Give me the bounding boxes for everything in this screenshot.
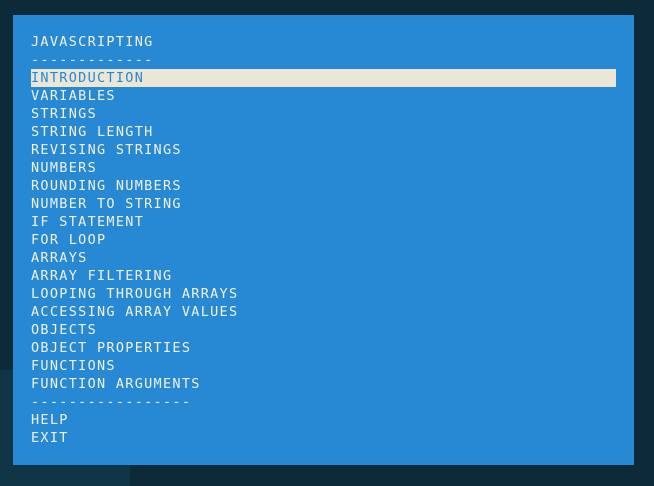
menu-item-revising-strings[interactable]: REVISING STRINGS <box>31 141 616 159</box>
menu-item-rounding-numbers[interactable]: ROUNDING NUMBERS <box>31 177 616 195</box>
menu-item-string-length[interactable]: STRING LENGTH <box>31 123 616 141</box>
menu-item-for-loop[interactable]: FOR LOOP <box>31 231 616 249</box>
menu-item-object-properties[interactable]: OBJECT PROPERTIES <box>31 339 616 357</box>
footer-divider: ----------------- <box>31 394 192 410</box>
menu-item-introduction[interactable]: INTRODUCTION <box>31 69 616 87</box>
menu-title: JAVASCRIPTING <box>31 34 154 50</box>
terminal-menu-panel: JAVASCRIPTING ------------- INTRODUCTION… <box>13 15 634 465</box>
title-divider: ------------- <box>31 52 154 68</box>
menu-item-functions[interactable]: FUNCTIONS <box>31 357 616 375</box>
menu-item-number-to-string[interactable]: NUMBER TO STRING <box>31 195 616 213</box>
menu-item-help[interactable]: HELP <box>31 411 616 429</box>
menu-item-array-filtering[interactable]: ARRAY FILTERING <box>31 267 616 285</box>
menu-item-looping-through-arrays[interactable]: LOOPING THROUGH ARRAYS <box>31 285 616 303</box>
menu-item-if-statement[interactable]: IF STATEMENT <box>31 213 616 231</box>
menu-item-exit[interactable]: EXIT <box>31 429 616 447</box>
menu-item-variables[interactable]: VARIABLES <box>31 87 616 105</box>
menu-item-strings[interactable]: STRINGS <box>31 105 616 123</box>
menu-item-arrays[interactable]: ARRAYS <box>31 249 616 267</box>
menu-item-accessing-array-values[interactable]: ACCESSING ARRAY VALUES <box>31 303 616 321</box>
menu-item-objects[interactable]: OBJECTS <box>31 321 616 339</box>
menu-item-function-arguments[interactable]: FUNCTION ARGUMENTS <box>31 375 616 393</box>
lesson-menu: JAVASCRIPTING ------------- INTRODUCTION… <box>31 33 616 447</box>
menu-item-numbers[interactable]: NUMBERS <box>31 159 616 177</box>
